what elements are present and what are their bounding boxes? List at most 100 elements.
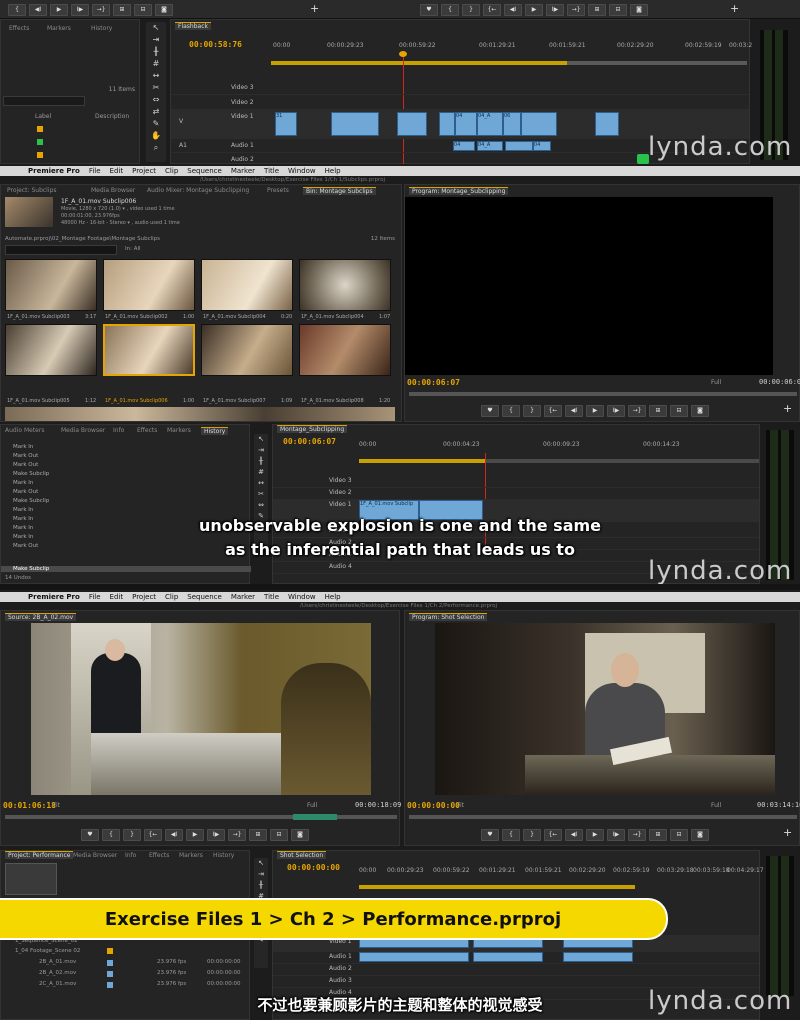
tab-history[interactable]: History: [201, 427, 229, 435]
tab-media-browser[interactable]: Media Browser: [73, 852, 117, 859]
play-button[interactable]: ▶: [186, 829, 204, 841]
mark-in-button-2[interactable]: {: [441, 4, 459, 16]
razor-icon[interactable]: ✂: [146, 82, 166, 94]
ripple-edit-icon[interactable]: ╫: [146, 46, 166, 58]
sequence-timecode[interactable]: 00:00:06:07: [283, 437, 336, 446]
step-forward-button[interactable]: I▶: [607, 829, 625, 841]
tab-markers[interactable]: Markers: [179, 852, 203, 859]
audio-clip[interactable]: [359, 952, 469, 962]
add-button-icon[interactable]: +: [783, 402, 792, 415]
tab-project[interactable]: Project: Subclips: [7, 187, 56, 194]
dropdown[interactable]: [3, 96, 85, 106]
history-item[interactable]: Mark In: [13, 480, 33, 486]
menu-edit[interactable]: Edit: [110, 167, 124, 175]
history-item[interactable]: Mark Out: [13, 489, 38, 495]
marker-button[interactable]: ♥: [81, 829, 99, 841]
audio-clip[interactable]: 04: [533, 141, 551, 151]
tab-sequence[interactable]: Shot Selection: [277, 851, 327, 859]
tab-history[interactable]: History: [91, 25, 112, 32]
step-forward-button-2[interactable]: I▶: [546, 4, 564, 16]
goto-in-button-2[interactable]: {←: [483, 4, 501, 16]
work-area-bar[interactable]: [359, 459, 485, 463]
step-back-button[interactable]: ◀I: [565, 405, 583, 417]
history-item[interactable]: Make Subclip: [13, 498, 49, 504]
timeline-timecode[interactable]: 00:00:58:76: [189, 40, 242, 49]
source-fit-dropdown[interactable]: Fit: [53, 802, 60, 809]
bin-thumbnail[interactable]: [299, 259, 391, 311]
program-scrubber[interactable]: [409, 815, 797, 819]
mark-in-button[interactable]: {: [8, 4, 26, 16]
selection-tool-icon[interactable]: ↖: [146, 22, 166, 34]
marker-button[interactable]: ♥: [420, 4, 438, 16]
camera-icon[interactable]: ◙: [691, 405, 709, 417]
tab-project[interactable]: Project: Performance: [5, 851, 74, 859]
bin-thumbnail[interactable]: [103, 259, 195, 311]
timeline-clip[interactable]: [521, 112, 557, 136]
menu-window[interactable]: Window: [288, 167, 316, 175]
bin-filter-dropdown[interactable]: In: All: [125, 246, 141, 252]
track-select-icon[interactable]: ⇥: [254, 869, 268, 880]
rate-stretch-icon[interactable]: ↔: [254, 478, 268, 489]
tab-sequence[interactable]: Montage_Subclipping: [277, 425, 348, 433]
menu-help[interactable]: Help: [325, 167, 341, 175]
hand-icon[interactable]: ✋: [146, 130, 166, 142]
source-scrubber[interactable]: [5, 815, 397, 819]
rate-stretch-icon[interactable]: ↔: [146, 70, 166, 82]
audio-clip[interactable]: [473, 952, 543, 962]
marker-button[interactable]: ♥: [481, 829, 499, 841]
timeline-ruler[interactable]: 00:00 00:00:29:23 00:00:59:22 00:01:29:2…: [271, 42, 752, 52]
slip-icon[interactable]: ⇔: [146, 94, 166, 106]
menu-edit[interactable]: Edit: [110, 593, 124, 601]
step-forward-button[interactable]: I▶: [71, 4, 89, 16]
step-forward-button[interactable]: I▶: [607, 405, 625, 417]
zoom-icon[interactable]: ⌕: [146, 142, 166, 154]
ripple-edit-icon[interactable]: ╫: [254, 456, 268, 467]
step-back-button-2[interactable]: ◀I: [504, 4, 522, 16]
menu-project[interactable]: Project: [132, 167, 156, 175]
tab-info[interactable]: Info: [113, 427, 124, 434]
timeline-clip[interactable]: 06: [503, 112, 521, 136]
camera-icon[interactable]: ◙: [291, 829, 309, 841]
overwrite-button[interactable]: ⊟: [134, 4, 152, 16]
rolling-edit-icon[interactable]: #: [146, 58, 166, 70]
bin-thumbnail[interactable]: [299, 324, 391, 376]
program-zoom-dropdown[interactable]: Full: [711, 802, 721, 809]
insert-button[interactable]: ⊞: [249, 829, 267, 841]
track-target-a[interactable]: A1: [179, 142, 187, 149]
tab-media-browser[interactable]: Media Browser: [61, 427, 105, 434]
file-name[interactable]: 2B_A_02.mov: [39, 970, 76, 976]
timeline-clip[interactable]: [439, 112, 455, 136]
goto-out-button[interactable]: →}: [628, 405, 646, 417]
tab-media-browser[interactable]: Media Browser: [91, 187, 135, 194]
history-item-selected[interactable]: Make Subclip: [1, 566, 251, 572]
mark-in-button[interactable]: {: [102, 829, 120, 841]
menu-marker[interactable]: Marker: [231, 167, 255, 175]
tab-presets[interactable]: Presets: [267, 187, 289, 194]
tab-program[interactable]: Program: Montage_Subclipping: [409, 187, 509, 195]
export-frame-button[interactable]: ◙: [155, 4, 173, 16]
source-zoom-dropdown[interactable]: Full: [307, 802, 317, 809]
bin-thumbnail[interactable]: [201, 324, 293, 376]
timeline-clip[interactable]: 04_A: [477, 112, 503, 136]
goto-in-button[interactable]: {←: [144, 829, 162, 841]
menu-file[interactable]: File: [89, 593, 101, 601]
lift-button[interactable]: ⊞: [588, 4, 606, 16]
timeline-clip[interactable]: [397, 112, 427, 136]
bin-thumbnail[interactable]: [201, 259, 293, 311]
step-back-button[interactable]: ◀I: [565, 829, 583, 841]
selection-tool-icon[interactable]: ↖: [254, 434, 268, 445]
menu-title[interactable]: Title: [264, 167, 279, 175]
audio-clip[interactable]: 04: [453, 141, 475, 151]
tab-effects[interactable]: Effects: [137, 427, 157, 434]
menu-marker[interactable]: Marker: [231, 593, 255, 601]
history-item[interactable]: Mark In: [13, 444, 33, 450]
tab-markers[interactable]: Markers: [47, 25, 71, 32]
column-description[interactable]: Description: [95, 113, 129, 120]
goto-out-button[interactable]: →}: [228, 829, 246, 841]
program-fit-dropdown[interactable]: Fit: [457, 802, 464, 809]
extract-button[interactable]: ⊟: [670, 405, 688, 417]
tab-markers[interactable]: Markers: [167, 427, 191, 434]
menu-app[interactable]: Premiere Pro: [28, 167, 80, 175]
menu-help[interactable]: Help: [325, 593, 341, 601]
mark-out-button[interactable]: }: [523, 405, 541, 417]
